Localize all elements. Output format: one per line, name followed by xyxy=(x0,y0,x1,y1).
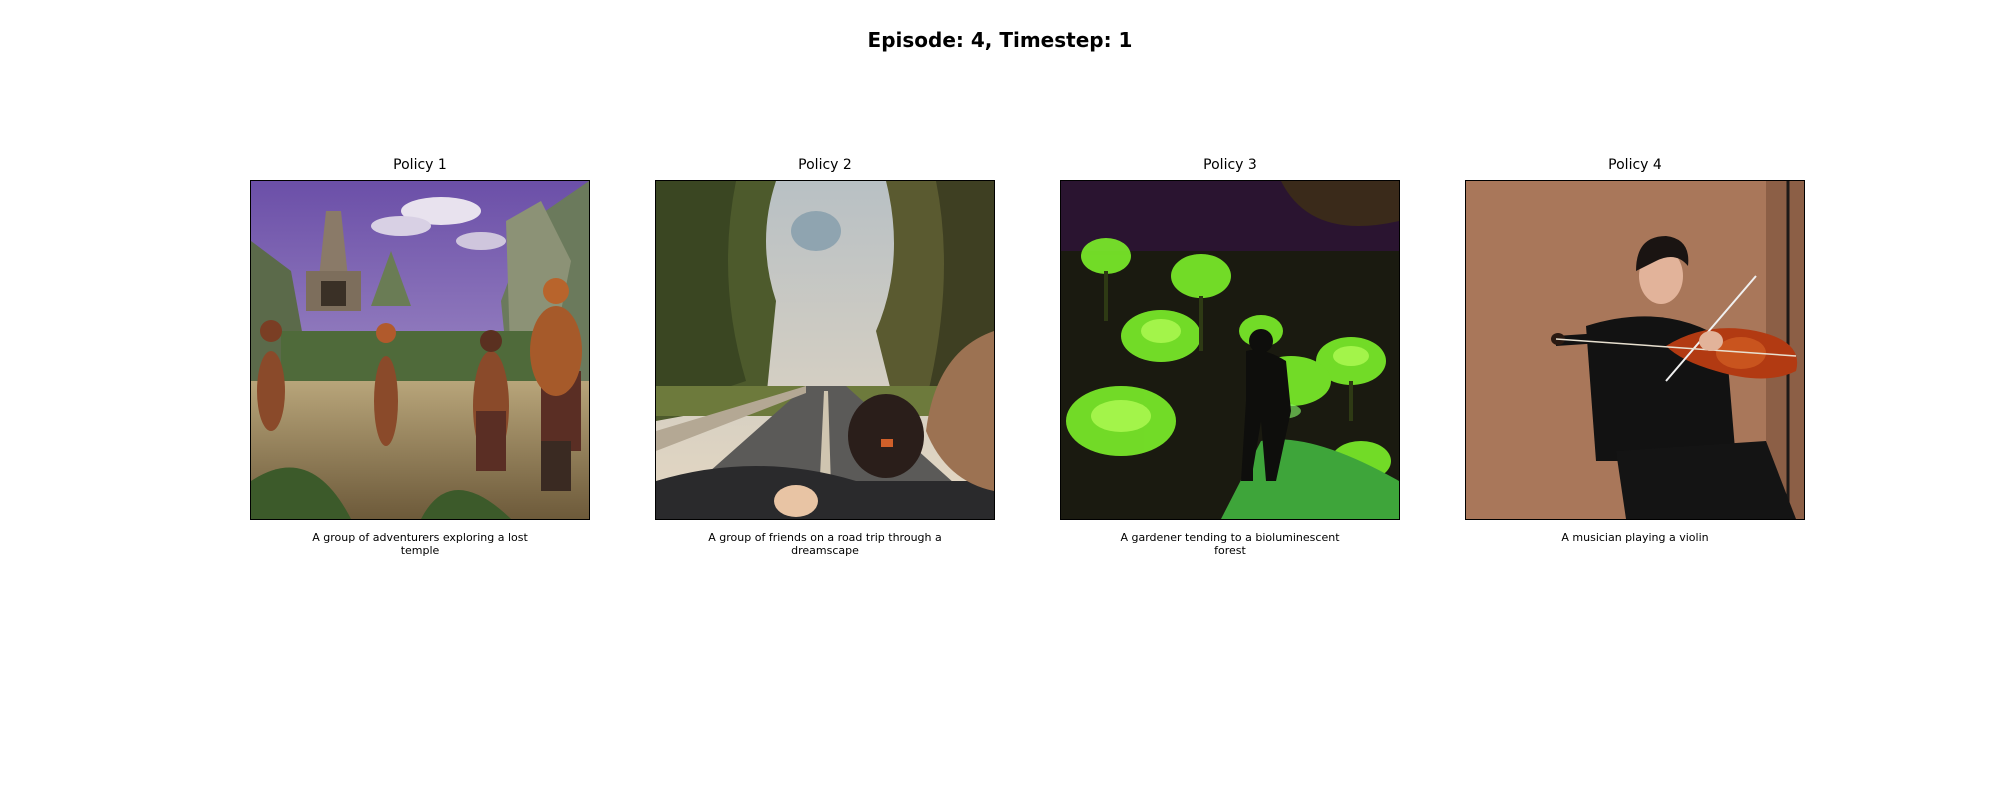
policy-panel-2: Policy 2 A group of friends on a road tr… xyxy=(655,155,995,557)
panel-title: Policy 4 xyxy=(1608,157,1662,173)
panel-title: Policy 3 xyxy=(1203,157,1257,173)
panel-title: Policy 2 xyxy=(798,157,852,173)
policy-panel-4: Policy 4 A musician playing a violin xyxy=(1465,155,1805,544)
policy-panel-3: Policy 3 A gardener tending to a biolumi… xyxy=(1060,155,1400,557)
glowing-forest-image xyxy=(1060,180,1400,520)
figure-title: Episode: 4, Timestep: 1 xyxy=(867,28,1133,52)
panel-title: Policy 1 xyxy=(393,157,447,173)
policy-panel-1: Policy 1 A group of adventurers explorin… xyxy=(250,155,590,557)
adventurers-temple-image xyxy=(250,180,590,520)
panel-caption: A group of adventurers exploring a lost … xyxy=(312,531,528,557)
panel-caption: A gardener tending to a bioluminescent f… xyxy=(1120,531,1340,557)
panel-caption: A group of friends on a road trip throug… xyxy=(708,531,942,557)
violinist-image xyxy=(1465,180,1805,520)
road-trip-image xyxy=(655,180,995,520)
panel-caption: A musician playing a violin xyxy=(1561,531,1709,544)
